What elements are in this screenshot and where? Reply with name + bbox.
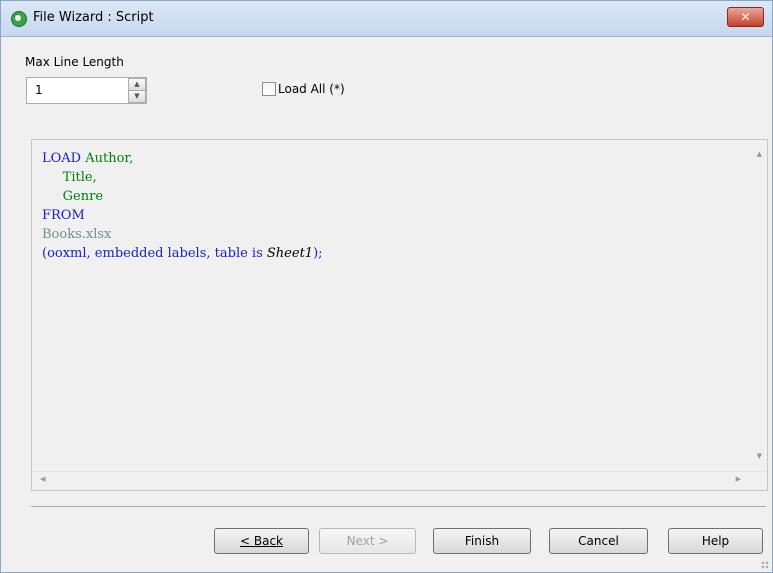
code-line: Title, xyxy=(42,170,97,185)
scroll-right-icon[interactable]: ▶ xyxy=(736,475,741,483)
keyword-from: FROM xyxy=(42,208,85,223)
script-preview[interactable]: LOAD Author, Title, Genre FROM Books.xls… xyxy=(31,139,768,491)
help-button[interactable]: Help xyxy=(668,528,763,554)
back-button[interactable]: < Back xyxy=(214,528,309,554)
code-line: LOAD Author, xyxy=(42,151,133,166)
max-line-length-value[interactable]: 1 xyxy=(35,83,43,97)
scroll-up-icon[interactable]: ▲ xyxy=(757,150,762,158)
format-spec-end: ); xyxy=(313,246,323,261)
next-button-label: Next > xyxy=(346,534,389,548)
code-line: (ooxml, embedded labels, table is Sheet1… xyxy=(42,246,323,261)
window-title: File Wizard : Script xyxy=(33,10,154,25)
back-button-label: < Back xyxy=(239,534,283,548)
separator xyxy=(31,506,766,507)
format-spec: (ooxml, embedded labels, table is xyxy=(42,246,267,261)
file-wizard-window: File Wizard : Script ✕ Max Line Length 1… xyxy=(0,0,773,573)
field-author: Author, xyxy=(85,151,134,166)
finish-button[interactable]: Finish xyxy=(433,528,531,554)
field-genre: Genre xyxy=(62,189,104,204)
cancel-button[interactable]: Cancel xyxy=(549,528,648,554)
qlik-logo-icon xyxy=(11,11,27,27)
max-line-length-spinner[interactable]: 1 ▲ ▼ xyxy=(26,77,147,104)
code-line: Genre xyxy=(42,189,103,204)
spinner-down-icon[interactable]: ▼ xyxy=(128,90,146,103)
cancel-button-label: Cancel xyxy=(578,534,619,548)
scroll-down-icon[interactable]: ▼ xyxy=(757,452,762,460)
keyword-load: LOAD xyxy=(42,151,82,166)
sheet-name: Sheet1 xyxy=(266,246,314,261)
field-title: Title, xyxy=(62,170,97,185)
script-code[interactable]: LOAD Author, Title, Genre FROM Books.xls… xyxy=(42,149,323,263)
horizontal-scrollbar[interactable]: ◀ ▶ xyxy=(32,471,767,490)
resize-grip-icon[interactable] xyxy=(761,561,769,569)
scroll-left-icon[interactable]: ◀ xyxy=(40,475,45,483)
max-line-length-label: Max Line Length xyxy=(25,55,124,69)
file-name: Books.xlsx xyxy=(42,227,112,242)
title-bar[interactable]: File Wizard : Script ✕ xyxy=(1,1,772,37)
close-button[interactable]: ✕ xyxy=(727,7,764,27)
load-all-label[interactable]: Load All (*) xyxy=(278,82,345,96)
finish-button-label: Finish xyxy=(464,534,500,548)
load-all-checkbox[interactable] xyxy=(262,82,276,96)
help-button-label: Help xyxy=(701,534,730,548)
next-button[interactable]: Next > xyxy=(319,528,416,554)
spinner-buttons: ▲ ▼ xyxy=(128,78,146,103)
